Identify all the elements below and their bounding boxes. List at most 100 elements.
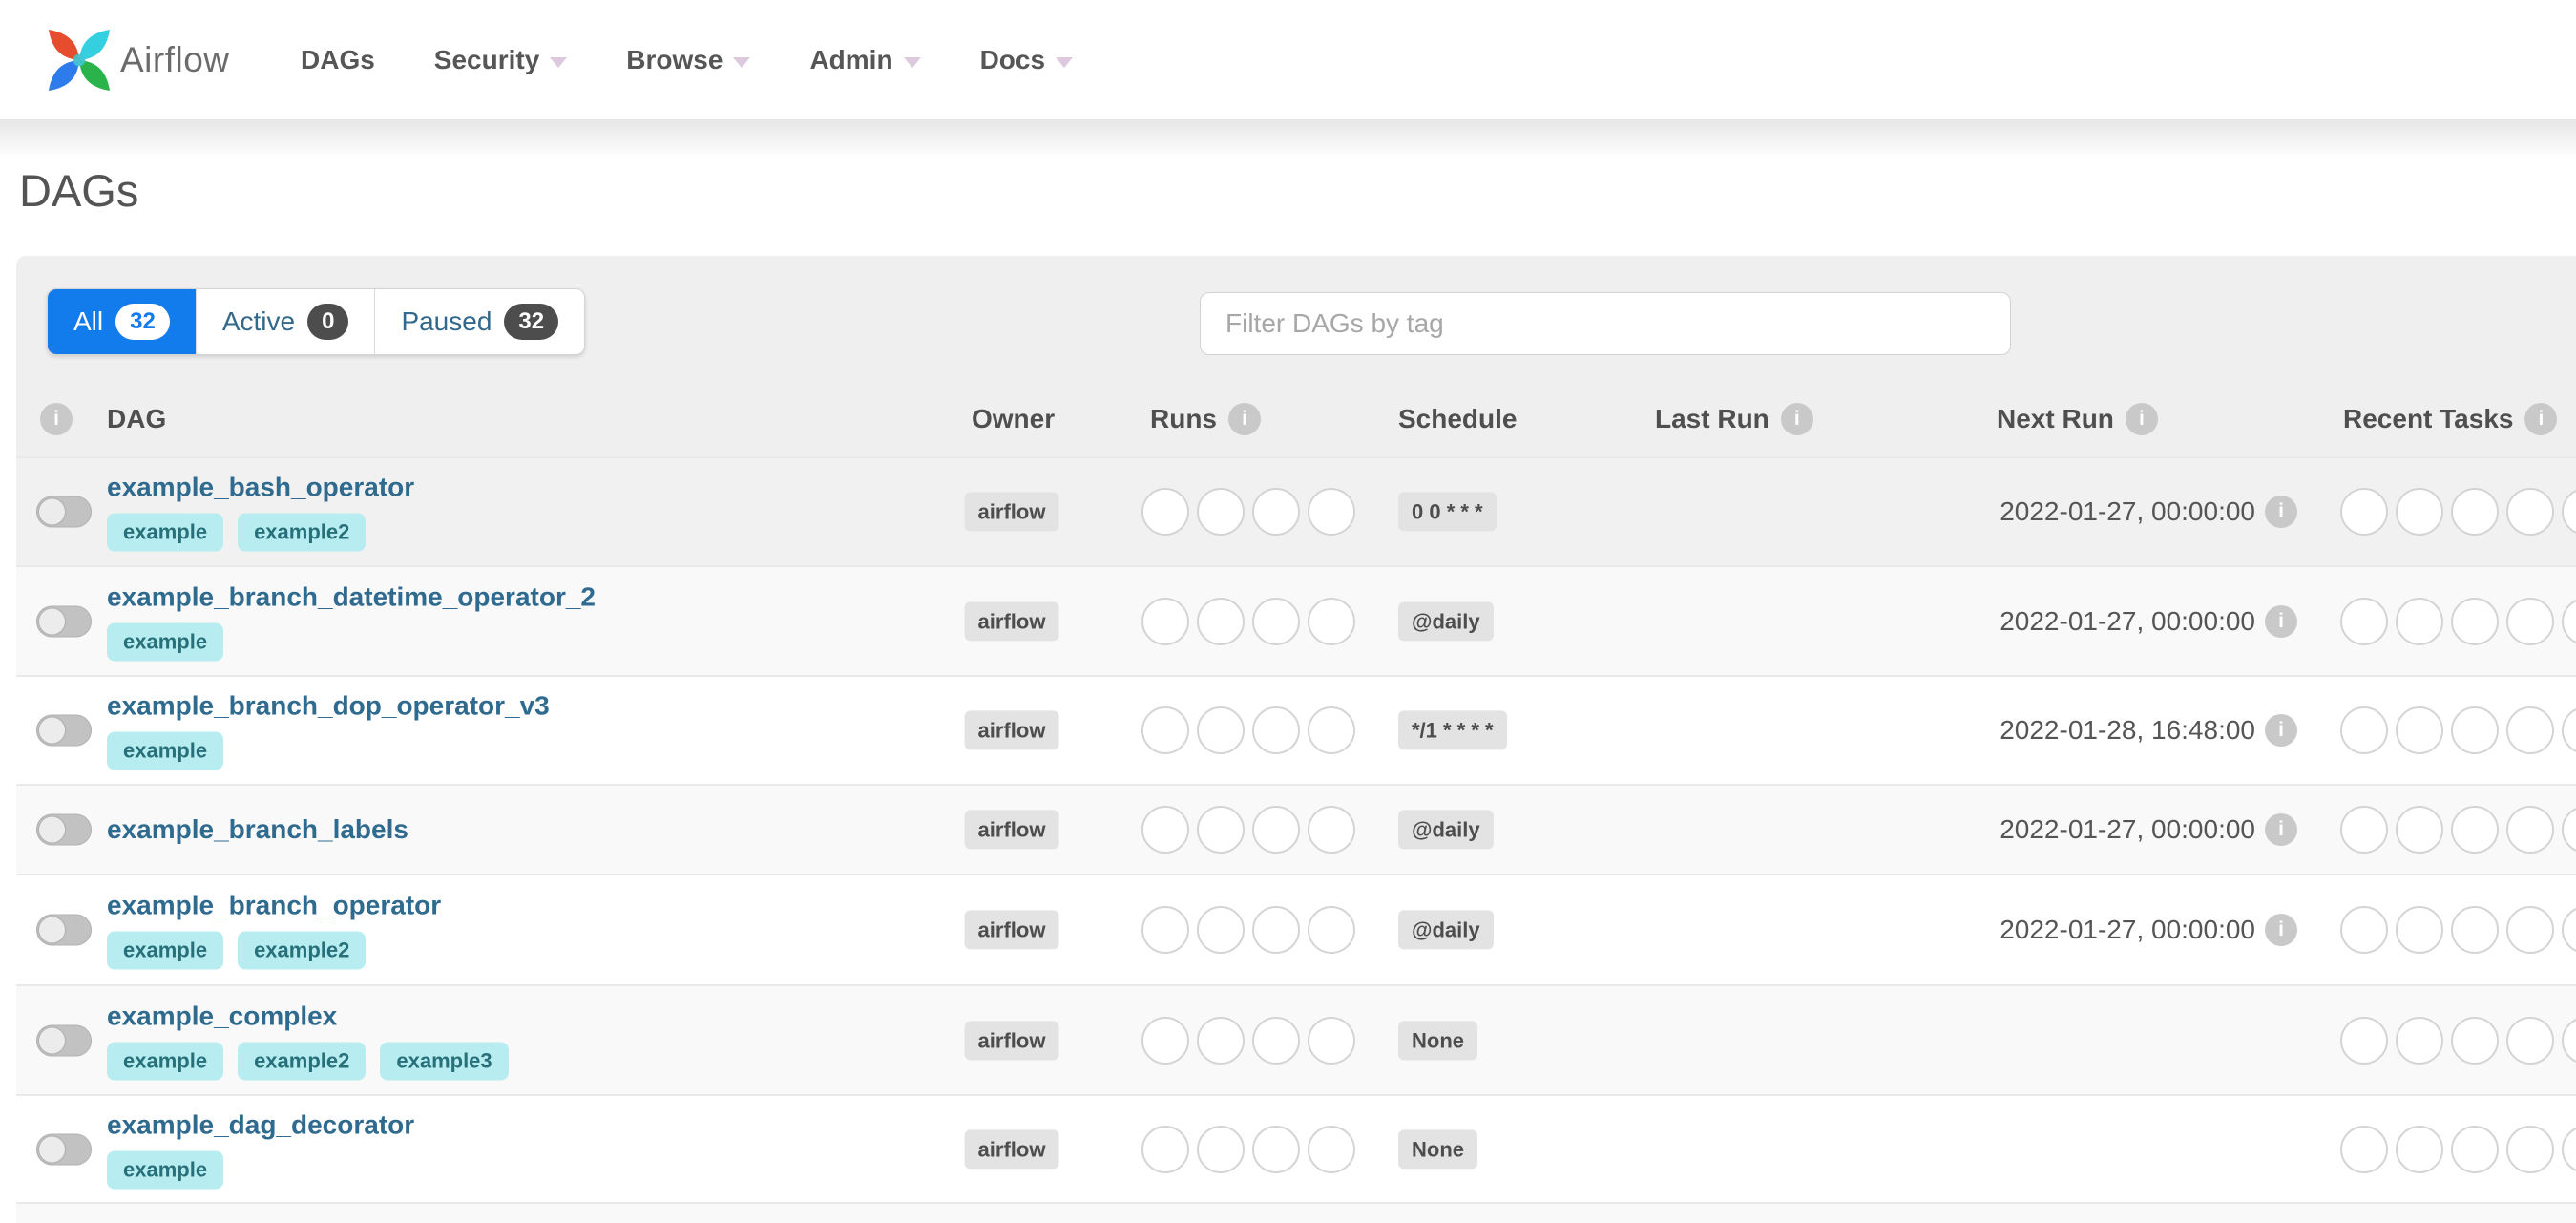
tab-paused[interactable]: Paused 32 xyxy=(374,289,585,354)
dag-tags: example example2 xyxy=(107,513,380,552)
status-circle xyxy=(1197,706,1245,754)
owner-badge: airflow xyxy=(964,492,1059,532)
airflow-brand[interactable]: Airflow xyxy=(44,20,230,100)
chevron-down-icon xyxy=(733,56,751,68)
next-run-cell: 2022-01-27, 00:00:00 i xyxy=(1925,496,2297,528)
status-circle xyxy=(1141,906,1189,954)
status-circle xyxy=(2396,706,2443,754)
dag-pause-toggle[interactable] xyxy=(36,914,92,946)
info-icon: i xyxy=(2265,914,2297,946)
page-title: DAGs xyxy=(19,165,139,216)
toggle-knob xyxy=(39,1136,65,1162)
airflow-pinwheel-icon xyxy=(48,29,111,91)
tab-all[interactable]: All 32 xyxy=(48,289,196,354)
dag-link[interactable]: example_dag_decorator xyxy=(107,1109,414,1140)
dag-tag[interactable]: example xyxy=(107,1150,224,1189)
owner-badge: airflow xyxy=(964,910,1059,950)
status-circle xyxy=(2506,806,2554,854)
dag-pause-toggle[interactable] xyxy=(36,1024,92,1056)
dag-pause-toggle[interactable] xyxy=(36,496,92,528)
status-circle xyxy=(2506,906,2554,954)
table-header: i DAG Owner Runs i Schedule Last Run i Nex… xyxy=(16,382,2576,456)
owner-badge: airflow xyxy=(964,710,1059,750)
owner-badge: airflow xyxy=(964,1128,1059,1170)
dag-name-cell: example_dag_decorator example xyxy=(107,1109,414,1189)
tab-active[interactable]: Active 0 xyxy=(195,289,375,354)
schedule-badge[interactable]: */1 * * * * xyxy=(1398,710,1507,750)
schedule-badge[interactable]: @daily xyxy=(1398,810,1494,850)
recent-tasks-cell xyxy=(2340,597,2576,645)
status-circle xyxy=(2451,806,2499,854)
dag-pause-toggle[interactable] xyxy=(36,714,92,747)
dag-link[interactable]: example_bash_operator xyxy=(107,473,414,503)
status-circle xyxy=(2340,597,2388,645)
dag-pause-toggle[interactable] xyxy=(36,813,92,846)
status-circle xyxy=(2562,488,2576,536)
dag-tag[interactable]: example2 xyxy=(238,931,367,970)
dag-tag[interactable]: example xyxy=(107,513,224,552)
recent-tasks-cell xyxy=(2340,1016,2576,1065)
dag-tag[interactable]: example xyxy=(107,622,224,661)
dag-name-cell: example_branch_labels xyxy=(107,814,408,845)
chevron-down-icon xyxy=(550,56,568,68)
dag-pause-toggle[interactable] xyxy=(36,605,92,637)
dag-link[interactable]: example_branch_operator xyxy=(107,891,441,921)
dag-tag[interactable]: example xyxy=(107,731,224,770)
status-circle xyxy=(2396,906,2443,954)
schedule-badge[interactable]: @daily xyxy=(1398,910,1494,950)
status-circle xyxy=(2451,906,2499,954)
dag-tags: example xyxy=(107,1150,238,1189)
status-circle xyxy=(1197,597,1245,645)
schedule-badge[interactable]: @daily xyxy=(1398,601,1494,642)
owner-cell: airflow xyxy=(964,492,1059,532)
schedule-badge[interactable]: None xyxy=(1398,1020,1477,1061)
status-circle xyxy=(2340,706,2388,754)
navbar: Airflow DAGs Security Browse Admin Docs xyxy=(0,0,2576,163)
status-circle xyxy=(2340,1016,2388,1065)
dag-link[interactable]: example_branch_dop_operator_v3 xyxy=(107,691,550,722)
table-row: example_complex example example2 example3 … xyxy=(16,984,2576,1094)
dag-tag[interactable]: example2 xyxy=(238,513,367,552)
status-circle xyxy=(1141,488,1189,536)
tag-filter-input[interactable] xyxy=(1200,292,2011,355)
tab-active-count: 0 xyxy=(307,304,349,340)
status-circle xyxy=(2506,1125,2554,1173)
dag-tag[interactable]: example xyxy=(107,1042,224,1080)
dag-link[interactable]: example_branch_labels xyxy=(107,814,408,845)
nav-item-docs[interactable]: Docs xyxy=(980,45,1074,75)
dag-tag[interactable]: example2 xyxy=(238,1042,367,1080)
status-circle xyxy=(2506,1016,2554,1065)
dag-tag[interactable]: example3 xyxy=(380,1042,509,1080)
dag-link[interactable]: example_branch_datetime_operator_2 xyxy=(107,581,596,612)
dag-tag[interactable]: example xyxy=(107,931,224,970)
toggle-knob xyxy=(39,816,65,843)
status-circle xyxy=(2451,706,2499,754)
status-circle xyxy=(2396,806,2443,854)
status-circle xyxy=(1308,706,1355,754)
recent-tasks-cell xyxy=(2340,806,2576,854)
status-circle xyxy=(1141,1125,1189,1173)
nav-item-dags[interactable]: DAGs xyxy=(301,45,375,75)
dag-pause-toggle[interactable] xyxy=(36,1133,92,1165)
schedule-cell: None xyxy=(1398,1020,1477,1061)
nav-item-browse[interactable]: Browse xyxy=(626,45,751,75)
schedule-badge[interactable]: None xyxy=(1398,1128,1477,1170)
runs-cell xyxy=(1141,706,1363,754)
toggle-knob xyxy=(39,717,65,744)
status-circle xyxy=(1252,597,1300,645)
status-circle xyxy=(1252,1125,1300,1173)
status-circle xyxy=(1308,806,1355,854)
dag-link[interactable]: example_complex xyxy=(107,1001,337,1031)
recent-tasks-cell xyxy=(2340,906,2576,954)
nav-item-security[interactable]: Security xyxy=(434,45,568,75)
schedule-cell: 0 0 * * * xyxy=(1398,492,1497,532)
runs-cell xyxy=(1141,1125,1363,1173)
status-circle xyxy=(2451,488,2499,536)
schedule-badge[interactable]: 0 0 * * * xyxy=(1398,492,1497,532)
toggle-cell xyxy=(36,1024,92,1056)
nav-item-admin[interactable]: Admin xyxy=(809,45,921,75)
runs-cell xyxy=(1141,1016,1363,1065)
nav-menu: DAGs Security Browse Admin Docs xyxy=(301,0,1074,119)
schedule-cell: @daily xyxy=(1398,601,1494,642)
next-run-value: 2022-01-27, 00:00:00 xyxy=(2000,814,2255,844)
